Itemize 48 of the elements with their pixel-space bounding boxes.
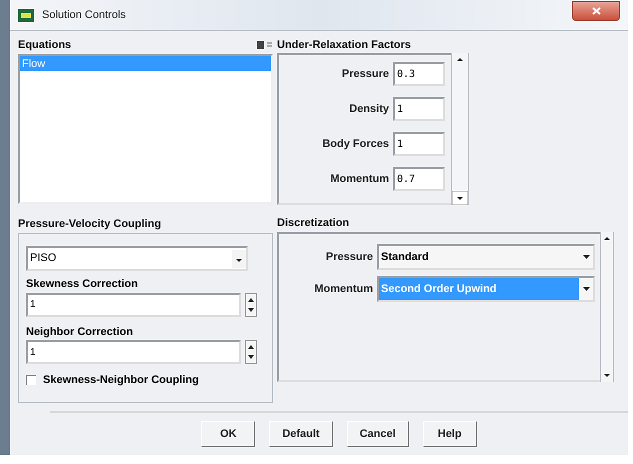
field-value: 0.7 [396, 172, 416, 186]
field-label: Skewness Correction [26, 277, 139, 292]
dialog-button[interactable]: OK [201, 421, 256, 447]
field-label: Density [349, 102, 389, 117]
dialog-button[interactable]: Default [269, 421, 333, 447]
group-title: Under-Relaxation Factors [277, 38, 412, 53]
field-value: 1 [29, 298, 36, 312]
skewness-field[interactable]: 1 [26, 292, 241, 316]
close-button[interactable] [572, 1, 620, 21]
spinner-icon [245, 340, 257, 364]
dialog-button[interactable]: Cancel [346, 421, 409, 447]
field-value: 1 [29, 346, 36, 360]
app-icon [18, 8, 34, 22]
scrollbar[interactable] [451, 53, 469, 205]
factor-field[interactable]: 1 [393, 97, 445, 121]
factor-field[interactable]: 0.3 [393, 62, 445, 86]
scheme-dropdown[interactable]: Standard [377, 244, 595, 270]
group-title: Equations [18, 38, 72, 53]
window-title: Solution Controls [42, 8, 126, 23]
field-label: Body Forces [322, 136, 389, 152]
dropdown-value: PISO [29, 251, 58, 266]
dropdown-value: Second Order Upwind [380, 282, 498, 297]
field-label: Pressure [342, 66, 389, 82]
group-title: Pressure-Velocity Coupling [18, 217, 162, 230]
field-label: Momentum [330, 172, 389, 187]
field-label: Momentum [313, 282, 373, 297]
dropdown-value: Standard [380, 250, 430, 265]
factor-field[interactable]: 0.7 [393, 167, 445, 191]
scheme-dropdown[interactable]: PISO [26, 246, 248, 271]
close-icon [592, 7, 600, 15]
field-value: 0.3 [396, 68, 416, 82]
checkbox[interactable] [26, 375, 36, 386]
factor-field[interactable]: 1 [393, 132, 445, 156]
dropdown-arrow-icon [582, 287, 590, 291]
scroll-down-icon [452, 191, 468, 205]
deselect-icon [266, 41, 273, 49]
field-label: Pressure [324, 250, 373, 265]
select-all-icon [257, 41, 264, 49]
checkbox-label: Skewness-Neighbor Coupling [43, 373, 199, 388]
field-label: Neighbor Correction [26, 324, 134, 340]
group-title: Discretization [277, 216, 350, 229]
spinner-icon [245, 292, 257, 316]
neighbor-field[interactable]: 1 [26, 340, 241, 364]
field-value: 1 [396, 102, 404, 116]
scrollbar[interactable] [600, 232, 614, 382]
field-value: 1 [396, 138, 404, 152]
dialog-button[interactable]: Help [422, 421, 477, 447]
dropdown-arrow-icon [582, 255, 590, 259]
